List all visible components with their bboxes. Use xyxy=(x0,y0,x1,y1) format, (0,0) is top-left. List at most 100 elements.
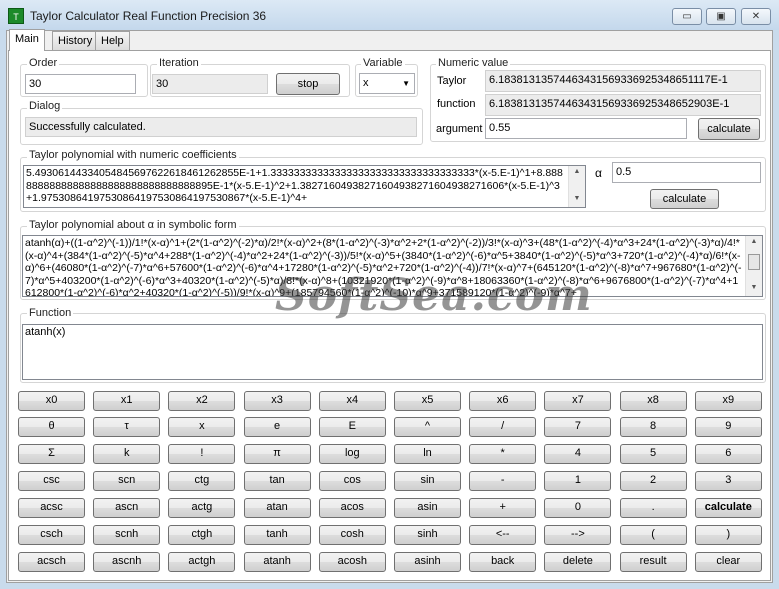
key-x0-button[interactable]: x0 xyxy=(18,391,85,411)
tab-history[interactable]: History xyxy=(52,31,99,50)
window-title: Taylor Calculator Real Function Precisio… xyxy=(30,9,267,23)
key-x6-button[interactable]: x6 xyxy=(469,391,537,411)
key-r5c7-button[interactable]: --> xyxy=(544,525,612,545)
key-atanh-button[interactable]: atanh xyxy=(243,552,311,572)
key-r2c3-button[interactable]: π xyxy=(243,444,311,464)
key-sinh-button[interactable]: sinh xyxy=(394,525,461,545)
key-acosh-button[interactable]: acosh xyxy=(318,552,386,572)
key-atan-button[interactable]: atan xyxy=(243,498,311,518)
polynomial-textarea[interactable]: 5.49306144334054845697622618461262855E-1… xyxy=(23,165,586,208)
key-r1c0-button[interactable]: θ xyxy=(18,417,85,437)
key-tan-button[interactable]: tan xyxy=(243,471,311,491)
key-k-button[interactable]: k xyxy=(93,444,161,464)
key-2-button[interactable]: 2 xyxy=(619,471,687,491)
iteration-value: 30 xyxy=(152,74,268,94)
key-delete-button[interactable]: delete xyxy=(544,552,612,572)
key-x4-button[interactable]: x4 xyxy=(318,391,386,411)
key-r2c2-button[interactable]: ! xyxy=(168,444,236,464)
key-acos-button[interactable]: acos xyxy=(318,498,386,518)
key-r2c6-button[interactable]: * xyxy=(469,444,537,464)
key-acsc-button[interactable]: acsc xyxy=(18,498,85,518)
polynomial-scrollbar[interactable]: ▲ ▼ xyxy=(568,166,585,207)
key-r5c8-button[interactable]: ( xyxy=(619,525,687,545)
symbolic-scrollbar[interactable]: ▲ ▼ xyxy=(745,236,762,296)
key-clear-button[interactable]: clear xyxy=(694,552,762,572)
key-x8-button[interactable]: x8 xyxy=(619,391,687,411)
key-e-button[interactable]: E xyxy=(318,417,386,437)
key-scnh-button[interactable]: scnh xyxy=(93,525,161,545)
key-r1c6-button[interactable]: / xyxy=(469,417,537,437)
key-tanh-button[interactable]: tanh xyxy=(243,525,311,545)
scroll-thumb[interactable] xyxy=(748,254,760,270)
key-x1-button[interactable]: x1 xyxy=(93,391,161,411)
argument-input[interactable]: 0.55 xyxy=(485,118,687,139)
key-asin-button[interactable]: asin xyxy=(394,498,461,518)
key-r2c0-button[interactable]: Σ xyxy=(18,444,85,464)
key-7-button[interactable]: 7 xyxy=(544,417,612,437)
key-1-button[interactable]: 1 xyxy=(544,471,612,491)
symbolic-label: Taylor polynomial about α in symbolic fo… xyxy=(27,219,239,231)
key-8-button[interactable]: 8 xyxy=(619,417,687,437)
key-cosh-button[interactable]: cosh xyxy=(318,525,386,545)
key-sin-button[interactable]: sin xyxy=(394,471,461,491)
key-ctgh-button[interactable]: ctgh xyxy=(168,525,236,545)
key-x7-button[interactable]: x7 xyxy=(544,391,612,411)
polynomial-calculate-button[interactable]: calculate xyxy=(650,189,719,209)
alpha-input[interactable]: 0.5 xyxy=(612,162,761,183)
function-input[interactable]: atanh(x) xyxy=(22,324,763,380)
stop-button[interactable]: stop xyxy=(276,73,340,95)
key-ctg-button[interactable]: ctg xyxy=(168,471,236,491)
argument-label: argument xyxy=(436,123,483,135)
app-icon: T xyxy=(8,8,24,24)
key-e-button[interactable]: e xyxy=(243,417,311,437)
key-ln-button[interactable]: ln xyxy=(394,444,461,464)
key-r4c8-button[interactable]: . xyxy=(619,498,687,518)
key-cos-button[interactable]: cos xyxy=(318,471,386,491)
key-actgh-button[interactable]: actgh xyxy=(168,552,236,572)
key-x5-button[interactable]: x5 xyxy=(394,391,461,411)
key-r3c6-button[interactable]: - xyxy=(469,471,537,491)
key-r1c1-button[interactable]: τ xyxy=(93,417,161,437)
numeric-calculate-button[interactable]: calculate xyxy=(698,118,760,140)
key-asinh-button[interactable]: asinh xyxy=(394,552,461,572)
key-r5c9-button[interactable]: ) xyxy=(694,525,762,545)
watermark: SoftSea.com xyxy=(275,270,593,321)
key-6-button[interactable]: 6 xyxy=(694,444,762,464)
variable-select[interactable]: x ▼ xyxy=(359,73,415,94)
maximize-button[interactable]: ▣ xyxy=(706,8,736,25)
key-3-button[interactable]: 3 xyxy=(694,471,762,491)
key-ascnh-button[interactable]: ascnh xyxy=(93,552,161,572)
key-0-button[interactable]: 0 xyxy=(544,498,612,518)
key-ascn-button[interactable]: ascn xyxy=(93,498,161,518)
key-calculate-button[interactable]: calculate xyxy=(694,498,762,518)
key-log-button[interactable]: log xyxy=(318,444,386,464)
close-button[interactable]: ✕ xyxy=(741,8,771,25)
variable-value: x xyxy=(363,77,369,89)
key-x-button[interactable]: x xyxy=(168,417,236,437)
key-csc-button[interactable]: csc xyxy=(18,471,85,491)
alpha-label: α xyxy=(595,166,602,180)
scroll-down-icon: ▼ xyxy=(750,283,758,291)
key-result-button[interactable]: result xyxy=(619,552,687,572)
key-scn-button[interactable]: scn xyxy=(93,471,161,491)
tab-main[interactable]: Main xyxy=(9,29,45,51)
key-4-button[interactable]: 4 xyxy=(544,444,612,464)
order-label: Order xyxy=(27,57,60,69)
tab-help[interactable]: Help xyxy=(95,31,130,50)
scroll-up-icon: ▲ xyxy=(750,238,758,245)
minimize-button[interactable]: ▭ xyxy=(672,8,702,25)
variable-label: Variable xyxy=(361,57,405,69)
key-r5c6-button[interactable]: <-- xyxy=(469,525,537,545)
key-acsch-button[interactable]: acsch xyxy=(18,552,85,572)
key-csch-button[interactable]: csch xyxy=(18,525,85,545)
key-9-button[interactable]: 9 xyxy=(694,417,762,437)
key-r4c6-button[interactable]: + xyxy=(469,498,537,518)
key-x2-button[interactable]: x2 xyxy=(168,391,236,411)
key-actg-button[interactable]: actg xyxy=(168,498,236,518)
key-r1c5-button[interactable]: ^ xyxy=(394,417,461,437)
key-back-button[interactable]: back xyxy=(469,552,537,572)
key-5-button[interactable]: 5 xyxy=(619,444,687,464)
order-input[interactable]: 30 xyxy=(25,74,136,94)
key-x3-button[interactable]: x3 xyxy=(243,391,311,411)
key-x9-button[interactable]: x9 xyxy=(694,391,762,411)
